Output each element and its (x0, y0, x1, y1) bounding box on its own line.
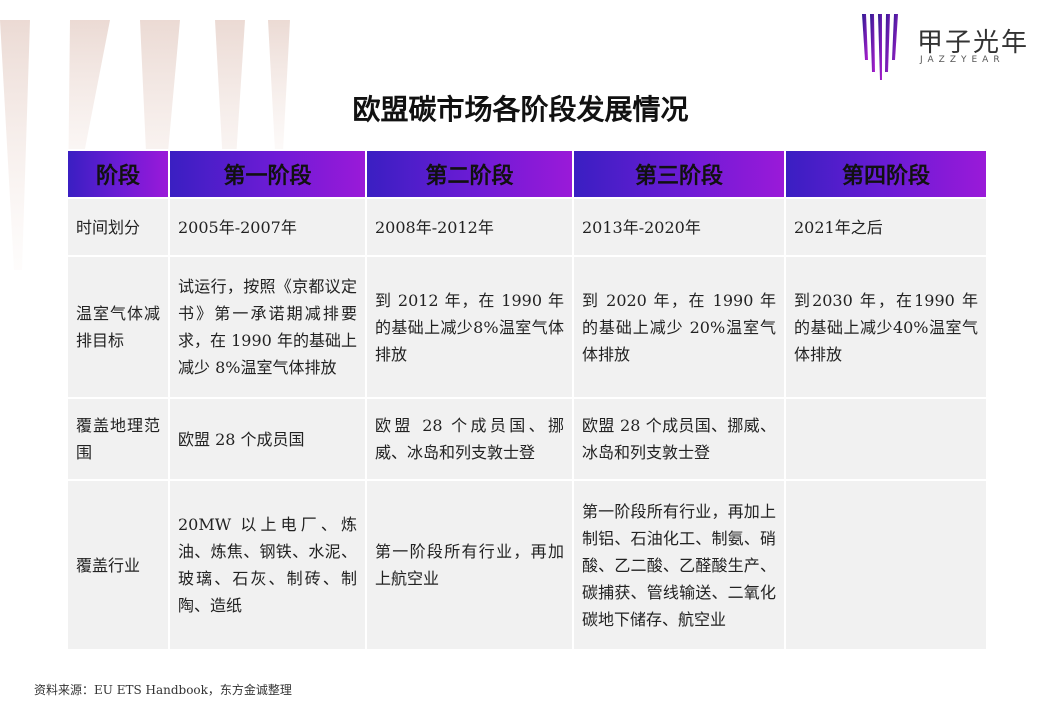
table-row: 覆盖地理范围 欧盟 28 个成员国 欧盟 28 个成员国、挪威、冰岛和列支敦士登… (66, 397, 988, 481)
table-header-row: 阶段 第一阶段 第二阶段 第三阶段 第四阶段 (66, 149, 988, 199)
row-label: 时间划分 (66, 197, 170, 257)
brand-logo: 甲子光年 JAZZYEAR (860, 14, 1035, 84)
column-header: 第二阶段 (365, 149, 574, 199)
table-cell: 到 2012 年，在 1990 年的基础上减少8%温室气体排放 (365, 255, 574, 399)
row-label: 温室气体减排目标 (66, 255, 170, 399)
brand-subname: JAZZYEAR (920, 55, 1005, 65)
table-cell: 2005年-2007年 (168, 197, 367, 257)
column-header: 第三阶段 (572, 149, 786, 199)
table-cell (784, 397, 988, 481)
table-cell: 20MW 以上电厂、炼油、炼焦、钢铁、水泥、玻璃、石灰、制砖、制陶、造纸 (168, 479, 367, 651)
stages-table: 阶段 第一阶段 第二阶段 第三阶段 第四阶段 时间划分 2005年-2007年 … (66, 149, 988, 651)
logo-mark-icon (862, 14, 898, 80)
table-cell: 2013年-2020年 (572, 197, 786, 257)
table-cell: 到 2020 年，在 1990 年的基础上减少 20%温室气体排放 (572, 255, 786, 399)
column-header: 阶段 (66, 149, 170, 199)
column-header: 第四阶段 (784, 149, 988, 199)
page-title: 欧盟碳市场各阶段发展情况 (352, 93, 689, 126)
brand-name: 甲子光年 (917, 28, 1030, 58)
row-label: 覆盖行业 (66, 479, 170, 651)
table-row: 覆盖行业 20MW 以上电厂、炼油、炼焦、钢铁、水泥、玻璃、石灰、制砖、制陶、造… (66, 479, 988, 651)
table-cell: 第一阶段所有行业，再加上制铝、石油化工、制氨、硝酸、乙二酸、乙醛酸生产、碳捕获、… (572, 479, 786, 651)
table-cell: 2008年-2012年 (365, 197, 574, 257)
row-label: 覆盖地理范围 (66, 397, 170, 481)
table-cell: 2021年之后 (784, 197, 988, 257)
table-cell: 第一阶段所有行业，再加上航空业 (365, 479, 574, 651)
table-row: 时间划分 2005年-2007年 2008年-2012年 2013年-2020年… (66, 197, 988, 257)
table-row: 温室气体减排目标 试运行，按照《京都议定书》第一承诺期减排要求，在 1990 年… (66, 255, 988, 399)
column-header: 第一阶段 (168, 149, 367, 199)
stripe-shape (0, 20, 30, 270)
table-cell: 欧盟 28 个成员国 (168, 397, 367, 481)
table-cell: 试运行，按照《京都议定书》第一承诺期减排要求，在 1990 年的基础上减少 8%… (168, 255, 367, 399)
table-cell: 到2030 年，在1990 年的基础上减少40%温室气体排放 (784, 255, 988, 399)
table-cell: 欧盟 28 个成员国、挪威、冰岛和列支敦士登 (365, 397, 574, 481)
table-cell: 欧盟 28 个成员国、挪威、冰岛和列支敦士登 (572, 397, 786, 481)
source-note: 资料来源：EU ETS Handbook，东方金诚整理 (34, 683, 292, 697)
table-cell (784, 479, 988, 651)
